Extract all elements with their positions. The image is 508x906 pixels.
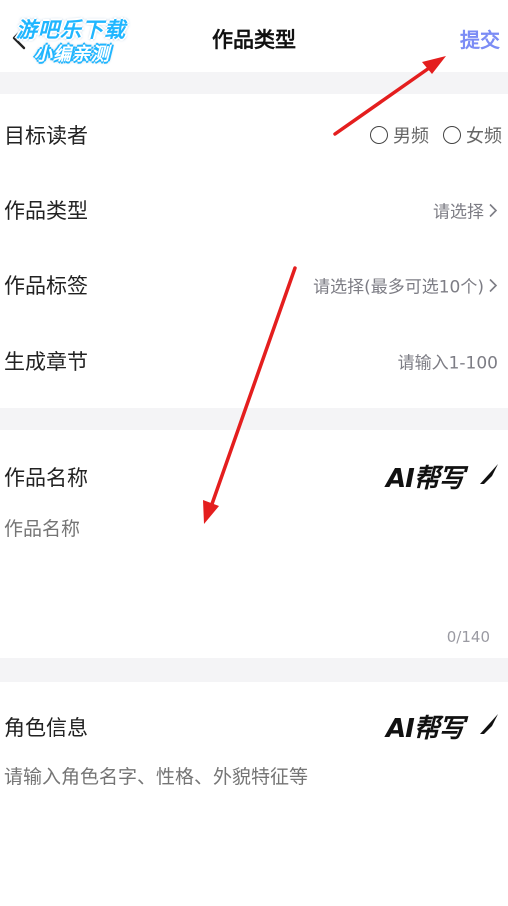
pen-stroke-icon	[480, 714, 498, 734]
section-divider	[0, 72, 508, 94]
radio-male[interactable]: 男频	[370, 122, 429, 148]
work-type-selector[interactable]: 请选择	[433, 198, 498, 223]
char-counter: 0/140	[446, 628, 490, 646]
role-info-label: 角色信息	[4, 716, 88, 740]
audience-radio-group: 男频 女频	[356, 122, 502, 148]
work-tags-selector[interactable]: 请选择(最多可选10个)	[313, 273, 498, 298]
ai-write-button[interactable]: AI帮写	[386, 458, 500, 494]
page-title: 作品类型	[212, 28, 296, 52]
target-audience-label: 目标读者	[4, 124, 88, 148]
chevron-right-icon	[489, 278, 498, 292]
work-type-value: 请选择	[433, 202, 484, 223]
row-work-type[interactable]: 作品类型 请选择	[0, 173, 508, 247]
work-name-section: 作品名称 AI帮写 0/140	[0, 430, 508, 658]
role-info-input[interactable]	[4, 766, 484, 788]
radio-female-label: 女频	[466, 126, 502, 147]
section-divider	[0, 658, 508, 682]
work-tags-label: 作品标签	[4, 274, 88, 298]
chapters-input[interactable]: 请输入1-100	[398, 349, 498, 374]
work-name-label: 作品名称	[4, 466, 88, 490]
work-type-label: 作品类型	[4, 199, 88, 223]
radio-female[interactable]: 女频	[443, 122, 502, 148]
row-target-audience: 目标读者 男频 女频	[0, 98, 508, 172]
submit-button[interactable]: 提交	[460, 24, 500, 53]
top-bar: 游吧乐下载 小编亲测 作品类型 提交	[0, 0, 508, 72]
radio-circle-icon	[370, 126, 388, 144]
ai-write-button[interactable]: AI帮写	[386, 708, 500, 744]
radio-male-label: 男频	[393, 126, 429, 147]
section-divider	[0, 408, 508, 430]
row-work-tags[interactable]: 作品标签 请选择(最多可选10个)	[0, 248, 508, 322]
work-name-input[interactable]	[4, 518, 484, 540]
row-chapters: 生成章节 请输入1-100	[0, 324, 508, 398]
ai-write-label: AI帮写	[386, 464, 465, 494]
chapters-label: 生成章节	[4, 350, 88, 374]
pen-stroke-icon	[480, 464, 498, 484]
chevron-right-icon	[489, 203, 498, 217]
ai-write-label: AI帮写	[386, 714, 465, 744]
role-info-section: 角色信息 AI帮写	[0, 682, 508, 906]
radio-circle-icon	[443, 126, 461, 144]
work-tags-value: 请选择(最多可选10个)	[313, 277, 484, 298]
